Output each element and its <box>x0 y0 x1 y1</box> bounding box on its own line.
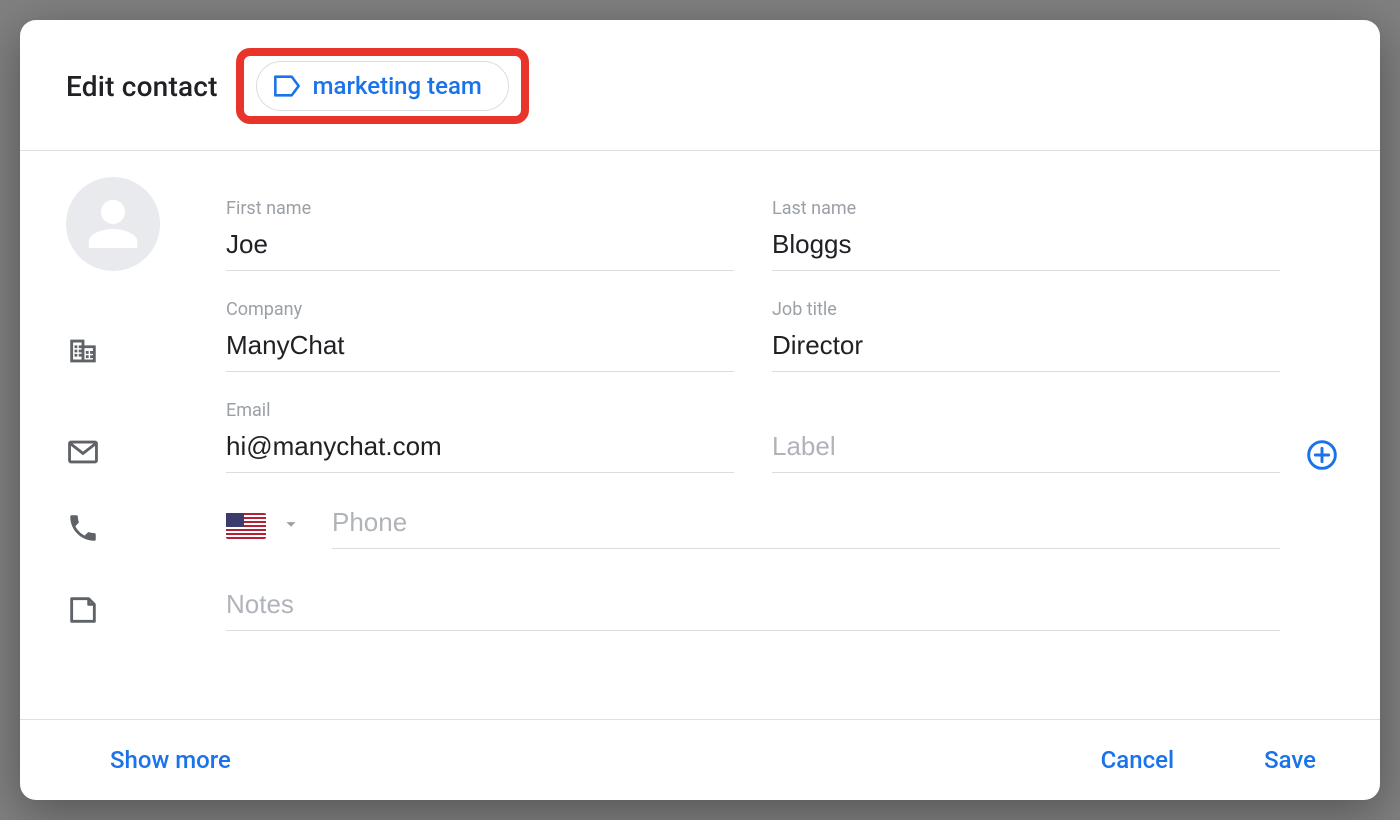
row-notes <box>66 583 1340 631</box>
email-label-label <box>772 400 1280 421</box>
field-email-label <box>772 400 1280 473</box>
last-name-input[interactable] <box>772 223 1280 271</box>
row-company: Company Job title <box>66 299 1340 372</box>
dialog-header: Edit contact marketing team <box>20 20 1380 151</box>
notes-icon <box>66 593 100 631</box>
label-chip-highlight: marketing team <box>236 48 529 124</box>
field-email: Email <box>226 400 734 473</box>
phone-input[interactable] <box>332 501 1280 549</box>
notes-input[interactable] <box>226 583 1280 631</box>
dialog-body: First name Last name <box>20 151 1380 719</box>
job-title-input[interactable] <box>772 324 1280 372</box>
company-label: Company <box>226 299 734 320</box>
email-label-input[interactable] <box>772 425 1280 473</box>
row-phone <box>66 501 1340 549</box>
row-name: First name Last name <box>66 173 1340 271</box>
add-email-button[interactable] <box>1304 437 1340 473</box>
cancel-button[interactable]: Cancel <box>1101 746 1174 774</box>
company-icon <box>66 334 100 372</box>
phone-icon <box>66 511 100 549</box>
edit-contact-dialog: Edit contact marketing team <box>20 20 1380 800</box>
company-input[interactable] <box>226 324 734 372</box>
contact-label-chip[interactable]: marketing team <box>256 61 509 111</box>
save-button[interactable]: Save <box>1264 746 1316 774</box>
field-notes <box>226 583 1280 631</box>
row-email: Email <box>66 400 1340 473</box>
label-icon <box>273 74 301 98</box>
field-first-name: First name <box>226 198 734 271</box>
email-icon <box>66 435 100 473</box>
show-more-button[interactable]: Show more <box>110 746 231 774</box>
field-job-title: Job title <box>772 299 1280 372</box>
phone-country-picker[interactable] <box>226 513 302 549</box>
first-name-input[interactable] <box>226 223 734 271</box>
field-last-name: Last name <box>772 198 1280 271</box>
chevron-down-icon <box>280 513 302 539</box>
first-name-label: First name <box>226 198 734 219</box>
plus-circle-icon <box>1306 439 1338 471</box>
contact-label-text: marketing team <box>313 72 482 100</box>
field-company: Company <box>226 299 734 372</box>
flag-us-icon <box>226 513 266 539</box>
avatar[interactable] <box>66 177 160 271</box>
page-title: Edit contact <box>66 70 218 103</box>
dialog-footer: Show more Cancel Save <box>20 719 1380 800</box>
email-label: Email <box>226 400 734 421</box>
last-name-label: Last name <box>772 198 1280 219</box>
job-title-label: Job title <box>772 299 1280 320</box>
person-icon <box>84 195 142 253</box>
email-input[interactable] <box>226 425 734 473</box>
